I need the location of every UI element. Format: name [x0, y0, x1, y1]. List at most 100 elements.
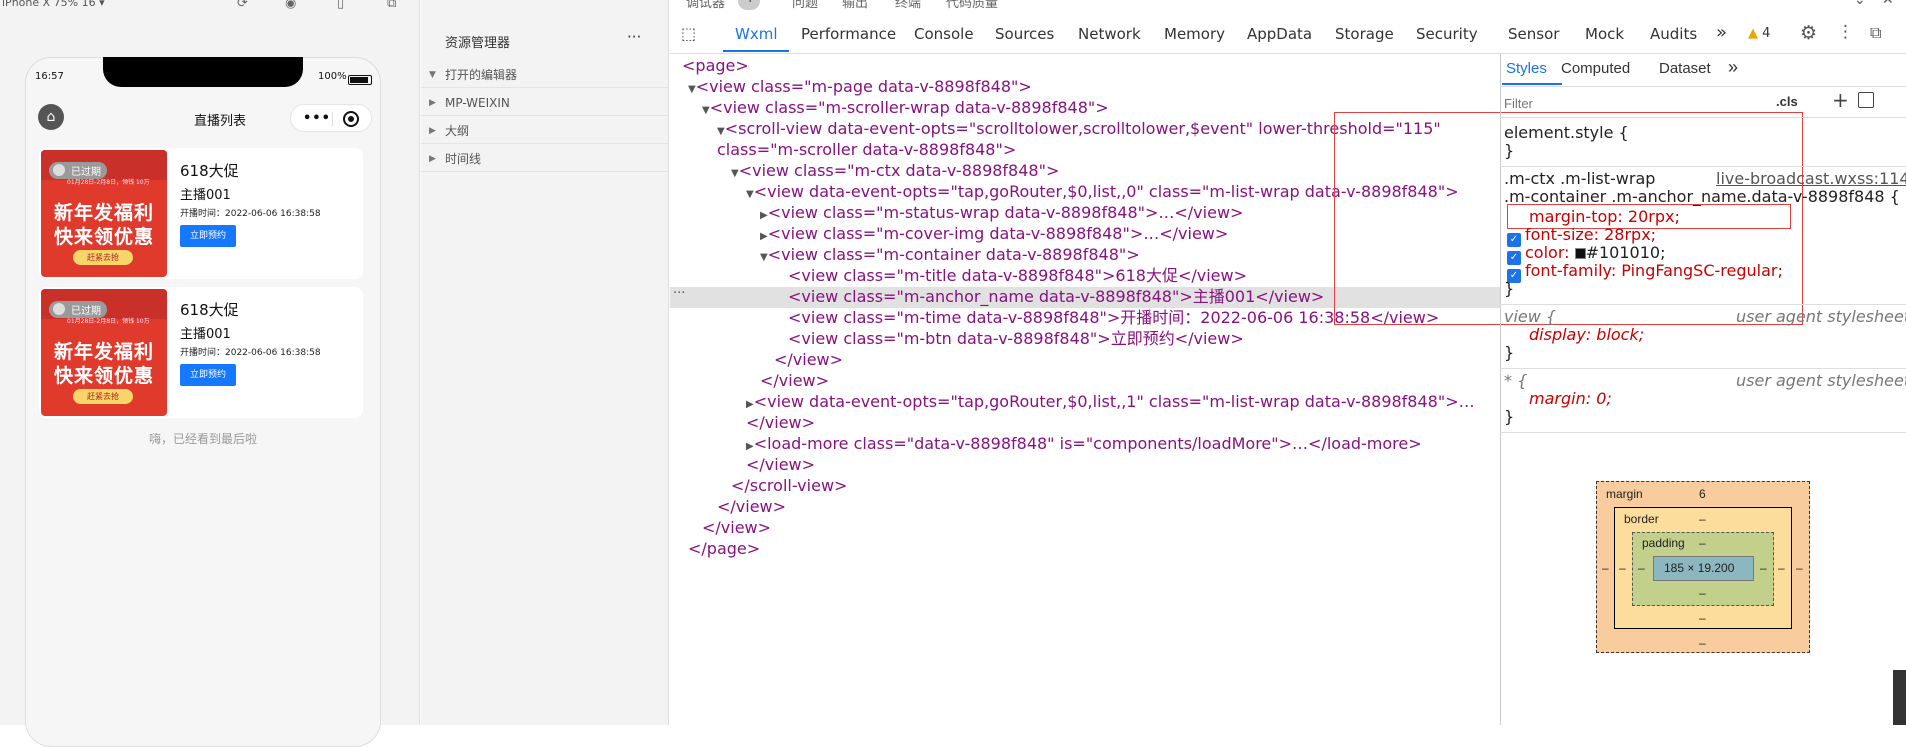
undock-icon[interactable]: ⧉	[1870, 23, 1881, 43]
tab-security[interactable]: Security	[1416, 25, 1478, 43]
tab-output[interactable]: 输出	[842, 0, 868, 11]
tree-node[interactable]: ▶<load-more class="data-v-8898f848" is="…	[746, 435, 1422, 453]
active-tab-underline	[723, 50, 789, 52]
add-rule-icon[interactable]: +	[1832, 88, 1849, 112]
kebab-menu-icon[interactable]: ⋮	[1837, 22, 1854, 42]
color-swatch	[1574, 248, 1586, 259]
content-size: 185 × 19.200	[1664, 561, 1735, 575]
tree-node[interactable]: ▼<view class="m-page data-v-8898f848">	[688, 78, 1032, 96]
gear-icon[interactable]: ⚙	[1800, 22, 1817, 44]
ua-label: user agent stylesheet	[1736, 307, 1906, 326]
tree-node[interactable]: ▶<view data-event-opts="tap,goRouter,$0,…	[746, 393, 1475, 411]
tree-node[interactable]: ▶<view class="m-cover-img data-v-8898f84…	[760, 225, 1228, 243]
battery-percent: 100%	[318, 71, 347, 82]
home-icon[interactable]: ⌂	[38, 104, 64, 130]
tree-node[interactable]: ▶<view class="m-status-wrap data-v-8898f…	[760, 204, 1243, 222]
warning-count[interactable]: ▲ 4	[1748, 26, 1770, 41]
tree-node: </page>	[688, 539, 761, 558]
cover-image: 已过期 01月28日-2月8日，领钱 10万 新年发福利 快来领优惠 赶紧去抢	[41, 150, 167, 277]
tab-sources[interactable]: Sources	[995, 25, 1054, 43]
tab-terminal[interactable]: 终端	[895, 0, 921, 11]
margin-top-value: 6	[1699, 487, 1706, 501]
rule-star[interactable]: * {	[1504, 372, 1527, 390]
tab-network[interactable]: Network	[1078, 25, 1141, 43]
source-link[interactable]: live-broadcast.wxss:114	[1716, 170, 1906, 188]
tree-node: </view>	[746, 413, 816, 432]
card-time: 开播时间：2022-06-06 16:38:58	[180, 209, 321, 219]
tree-node[interactable]: ▼<view class="m-scroller-wrap data-v-889…	[702, 99, 1109, 117]
tab-appdata[interactable]: AppData	[1247, 25, 1312, 43]
dropdown-icon[interactable]: ⌄	[1854, 0, 1866, 8]
tab-console[interactable]: Console	[914, 25, 974, 43]
card-anchor: 主播001	[180, 188, 231, 203]
tab-mock[interactable]: Mock	[1585, 25, 1624, 43]
close-target-icon[interactable]	[343, 111, 359, 127]
tree-node[interactable]: <view class="m-btn data-v-8898f848">立即预约…	[788, 330, 1244, 348]
tree-node[interactable]: ▼<scroll-view data-event-opts="scrolltol…	[717, 120, 1441, 138]
capsule-menu[interactable]: •••	[290, 104, 372, 132]
tab-performance[interactable]: Performance	[801, 25, 896, 43]
more-subtabs-icon[interactable]: »	[1728, 57, 1738, 78]
refresh-icon[interactable]: ⟳	[237, 0, 248, 11]
card-title: 618大促	[180, 301, 239, 319]
prop-font-family[interactable]: ✓ font-family: PingFangSC-regular;	[1507, 262, 1783, 283]
prop-color[interactable]: ✓ color: #101010;	[1507, 244, 1665, 265]
device-selector[interactable]: iPhone X 75% 16 ▾	[0, 0, 420, 12]
tree-node: </view>	[702, 518, 772, 537]
reserve-button[interactable]: 立即预约	[180, 225, 236, 247]
tab-computed[interactable]: Computed	[1561, 60, 1630, 77]
explorer-item-outline[interactable]: ▶ 大纲	[421, 119, 669, 144]
more-tabs-icon[interactable]: »	[1716, 22, 1727, 43]
explorer-item-mp-weixin[interactable]: ▶ MP-WEIXIN	[421, 91, 669, 116]
close-icon[interactable]: ✕	[1882, 0, 1894, 8]
tree-node[interactable]: ▼<view class="m-ctx data-v-8898f848">	[731, 162, 1059, 180]
tab-quality[interactable]: 代码质量	[946, 0, 998, 11]
tab-sensor[interactable]: Sensor	[1508, 25, 1559, 43]
tree-node: </view>	[774, 350, 844, 369]
node-actions-icon[interactable]: ···	[673, 286, 685, 301]
toggle-sidebar-icon[interactable]	[1858, 92, 1874, 108]
phone-status-bar: 16:57 100%	[35, 71, 375, 82]
cls-toggle[interactable]: .cls	[1776, 94, 1798, 109]
tree-node[interactable]: <view class="m-title data-v-8898f848">61…	[788, 267, 1247, 285]
live-card[interactable]: 已过期 01月28日-2月8日，领钱 10万 新年发福利 快来领优惠 赶紧去抢 …	[39, 148, 363, 279]
phone-icon[interactable]: ▯	[337, 0, 344, 11]
nav-title: 直播列表	[193, 114, 246, 129]
filter-input[interactable]	[1504, 92, 1764, 114]
explorer-item-open-editors[interactable]: ▼ 打开的编辑器	[421, 63, 669, 88]
rule-selector[interactable]: .m-ctx .m-list-wrap	[1504, 170, 1655, 188]
card-time: 开播时间：2022-06-06 16:38:58	[180, 348, 321, 358]
tree-node: class="m-scroller data-v-8898f848">	[717, 140, 1017, 159]
tab-storage[interactable]: Storage	[1335, 25, 1394, 43]
tree-node[interactable]: <page>	[682, 57, 749, 75]
rule-element-style[interactable]: element.style {	[1504, 124, 1629, 142]
inspect-icon[interactable]: ⬚	[681, 24, 701, 44]
more-icon[interactable]: ···	[627, 28, 641, 46]
tree-node-selected[interactable]: <view class="m-anchor_name data-v-8898f8…	[788, 288, 1324, 306]
status-time: 16:57	[35, 71, 64, 82]
tree-node: </view>	[746, 455, 816, 474]
reserve-button[interactable]: 立即预约	[180, 364, 236, 386]
tab-memory[interactable]: Memory	[1164, 25, 1225, 43]
tree-node: </scroll-view>	[731, 476, 848, 495]
tree-node: </view>	[717, 497, 787, 516]
more-dots-icon[interactable]: •••	[303, 111, 331, 126]
live-card[interactable]: 已过期 01月28日-2月8日，领钱 10万 新年发福利 快来领优惠 赶紧去抢 …	[39, 287, 363, 418]
end-tip: 嗨，已经看到最后啦	[148, 432, 257, 446]
tree-node: </view>	[760, 371, 830, 390]
cover-image: 已过期 01月28日-2月8日，领钱 10万 新年发福利 快来领优惠 赶紧去抢	[41, 289, 167, 416]
tab-styles[interactable]: Styles	[1506, 60, 1547, 77]
window-icon[interactable]: ⧉	[387, 0, 396, 11]
card-anchor: 主播001	[180, 327, 231, 342]
tab-debugger[interactable]: 调试器	[686, 0, 725, 11]
prop-font-size[interactable]: ✓ font-size: 28rpx;	[1507, 226, 1656, 247]
rule-view[interactable]: view {	[1504, 308, 1556, 326]
scrollbar[interactable]	[1893, 670, 1906, 725]
tab-audits[interactable]: Audits	[1650, 25, 1697, 43]
tree-node[interactable]: ▼<view class="m-container data-v-8898f84…	[760, 246, 1140, 264]
explorer-item-timeline[interactable]: ▶ 时间线	[421, 147, 669, 172]
tab-dataset[interactable]: Dataset	[1659, 60, 1711, 77]
stop-icon[interactable]: ◉	[285, 0, 296, 11]
tab-wxml[interactable]: Wxml	[735, 25, 778, 43]
tab-issues[interactable]: 问题	[792, 0, 818, 11]
